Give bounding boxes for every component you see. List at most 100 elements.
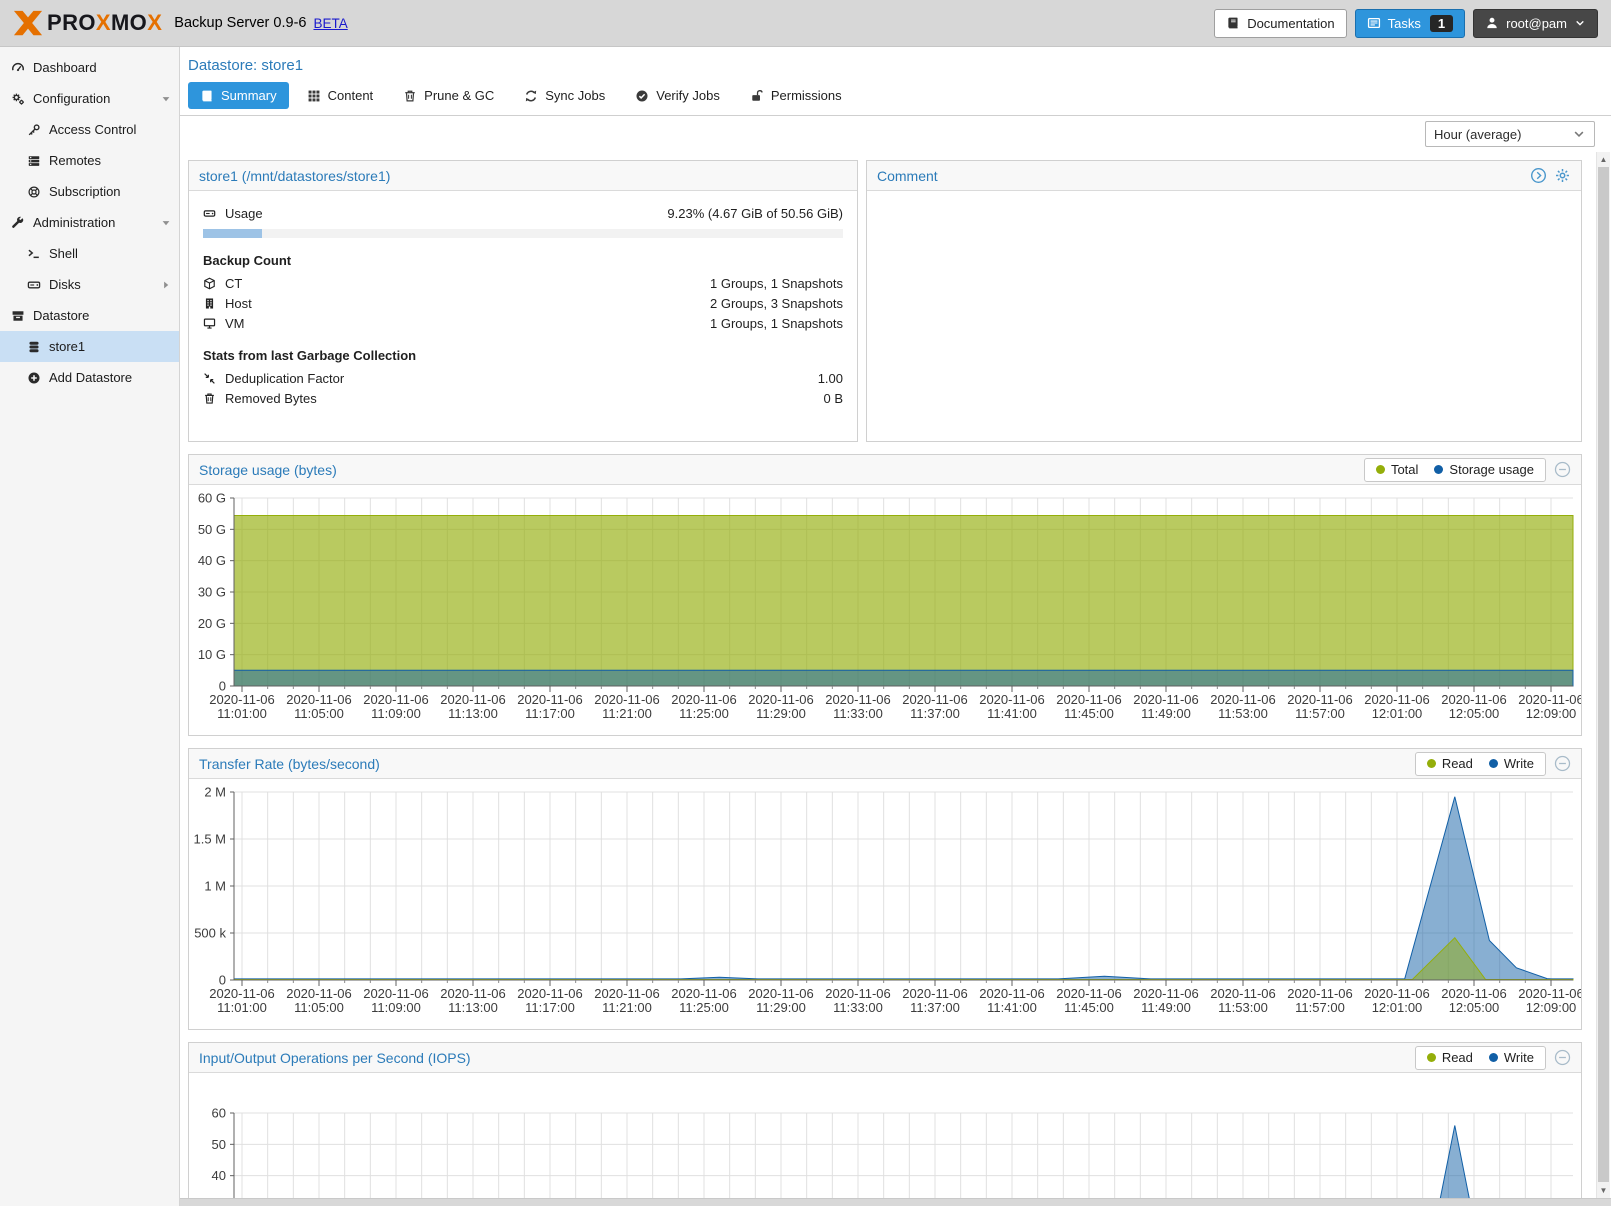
svg-text:11:13:00: 11:13:00 [448, 1000, 498, 1015]
legend-dot [1427, 759, 1436, 768]
scrollbar-thumb[interactable] [1598, 167, 1609, 1182]
svg-text:11:53:00: 11:53:00 [1218, 1000, 1268, 1015]
caret-down-icon[interactable] [160, 93, 172, 105]
sidebar-item-access-control[interactable]: Access Control [0, 114, 179, 145]
svg-text:2020-11-06: 2020-11-06 [1287, 986, 1353, 1001]
svg-text:2020-11-06: 2020-11-06 [1287, 692, 1353, 707]
transfer-rate-chart: 2 M1.5 M1 M500 k02020-11-0611:01:002020-… [189, 779, 1581, 1029]
chevron-down-icon [1572, 127, 1586, 141]
dedup-row: Deduplication Factor 1.00 [203, 368, 843, 388]
legend-dot [1489, 759, 1498, 768]
backup-count-heading: Backup Count [203, 253, 843, 268]
gauge-icon [11, 61, 25, 75]
check-circle-icon [635, 89, 649, 103]
monitor-icon [203, 317, 216, 330]
sidebar-item-datastore[interactable]: Datastore [0, 300, 179, 331]
collapse-chart-icon[interactable] [1554, 461, 1571, 478]
page-title: Datastore: store1 [180, 47, 1611, 80]
sidebar-item-shell[interactable]: Shell [0, 238, 179, 269]
comment-panel: Comment [866, 160, 1582, 442]
svg-text:11:37:00: 11:37:00 [910, 1000, 960, 1015]
sidebar-item-remotes[interactable]: Remotes [0, 145, 179, 176]
tasks-icon [1367, 16, 1381, 30]
svg-text:2 M: 2 M [204, 785, 226, 800]
gear-icon[interactable] [1554, 167, 1571, 184]
tasks-button[interactable]: Tasks 1 [1355, 9, 1465, 38]
tab-content[interactable]: Content [295, 82, 386, 109]
svg-text:2020-11-06: 2020-11-06 [286, 986, 352, 1001]
usage-row: Usage 9.23% (4.67 GiB of 50.56 GiB) [203, 203, 843, 223]
legend-item-total[interactable]: Total [1376, 462, 1418, 477]
svg-text:2020-11-06: 2020-11-06 [1441, 692, 1507, 707]
summary-panel-title: store1 (/mnt/datastores/store1) [199, 168, 390, 184]
sidebar-item-add-datastore[interactable]: Add Datastore [0, 362, 179, 393]
brand-wordmark: PROXMOX [47, 10, 162, 36]
svg-text:2020-11-06: 2020-11-06 [440, 986, 506, 1001]
sidebar-item-administration[interactable]: Administration [0, 207, 179, 238]
tab-bar: Summary Content Prune & GC Sync Jobs Ver… [180, 80, 1611, 116]
svg-text:12:05:00: 12:05:00 [1449, 1000, 1500, 1015]
sidebar-item-subscription[interactable]: Subscription [0, 176, 179, 207]
product-name: Backup Server 0.9-6 [174, 15, 306, 31]
svg-text:2020-11-06: 2020-11-06 [1210, 692, 1276, 707]
sidebar-item-disks[interactable]: Disks [0, 269, 179, 300]
tab-verify-jobs[interactable]: Verify Jobs [623, 82, 732, 109]
svg-text:11:25:00: 11:25:00 [679, 706, 729, 721]
sidebar-item-store1[interactable]: store1 [0, 331, 179, 362]
time-range-select[interactable]: Hour (average) [1425, 121, 1595, 147]
tab-permissions[interactable]: Permissions [738, 82, 854, 109]
tab-sync-jobs[interactable]: Sync Jobs [512, 82, 617, 109]
scroll-down-arrow[interactable]: ▼ [1597, 1183, 1610, 1197]
user-menu-button[interactable]: root@pam [1473, 9, 1598, 38]
caret-right-icon[interactable] [160, 279, 172, 291]
gears-icon [11, 92, 25, 106]
svg-text:11:21:00: 11:21:00 [602, 706, 652, 721]
scroll-up-arrow[interactable]: ▲ [1597, 152, 1610, 166]
life-ring-icon [27, 185, 41, 199]
svg-text:2020-11-06: 2020-11-06 [979, 692, 1045, 707]
svg-text:11:01:00: 11:01:00 [217, 1000, 267, 1015]
caret-down-icon[interactable] [160, 217, 172, 229]
tab-prune-gc[interactable]: Prune & GC [391, 82, 506, 109]
svg-text:11:57:00: 11:57:00 [1295, 1000, 1345, 1015]
edit-comment-icon[interactable] [1530, 167, 1547, 184]
legend-item-read[interactable]: Read [1427, 1050, 1473, 1065]
legend-item-write[interactable]: Write [1489, 1050, 1534, 1065]
usage-progress-bar [203, 229, 843, 238]
trash-icon [403, 89, 417, 103]
svg-text:2020-11-06: 2020-11-06 [517, 692, 583, 707]
vertical-scrollbar[interactable]: ▲ ▼ [1596, 152, 1610, 1206]
compress-icon [203, 372, 216, 385]
iops-chart: 60504030201002020-11-0611:01:002020-11-0… [189, 1073, 1581, 1206]
svg-text:11:09:00: 11:09:00 [371, 706, 421, 721]
legend-item-write[interactable]: Write [1489, 756, 1534, 771]
svg-text:2020-11-06: 2020-11-06 [1518, 692, 1581, 707]
svg-text:2020-11-06: 2020-11-06 [671, 986, 737, 1001]
svg-text:11:17:00: 11:17:00 [525, 1000, 575, 1015]
horizontal-scrollbar[interactable] [180, 1198, 1611, 1206]
legend-item-read[interactable]: Read [1427, 756, 1473, 771]
svg-text:2020-11-06: 2020-11-06 [1518, 986, 1581, 1001]
beta-link[interactable]: BETA [313, 16, 347, 31]
sync-icon [524, 89, 538, 103]
svg-text:11:29:00: 11:29:00 [756, 1000, 806, 1015]
main-content: Datastore: store1 Summary Content Prune … [180, 47, 1611, 1206]
comment-body[interactable] [867, 191, 1581, 215]
collapse-chart-icon[interactable] [1554, 1049, 1571, 1066]
svg-text:11:53:00: 11:53:00 [1218, 706, 1268, 721]
sidebar-item-dashboard[interactable]: Dashboard [0, 52, 179, 83]
svg-text:40 G: 40 G [198, 553, 226, 568]
tab-summary[interactable]: Summary [188, 82, 289, 109]
legend-item-storage-usage[interactable]: Storage usage [1434, 462, 1534, 477]
svg-text:11:09:00: 11:09:00 [371, 1000, 421, 1015]
scroll-area: store1 (/mnt/datastores/store1) Usage 9.… [180, 152, 1611, 1206]
svg-text:11:01:00: 11:01:00 [217, 706, 267, 721]
svg-text:2020-11-06: 2020-11-06 [902, 692, 968, 707]
archive-icon [11, 309, 25, 323]
svg-text:2020-11-06: 2020-11-06 [1364, 986, 1430, 1001]
sidebar-item-configuration[interactable]: Configuration [0, 83, 179, 114]
cube-icon [203, 277, 216, 290]
svg-text:1 M: 1 M [204, 879, 226, 894]
collapse-chart-icon[interactable] [1554, 755, 1571, 772]
documentation-button[interactable]: Documentation [1214, 9, 1346, 38]
